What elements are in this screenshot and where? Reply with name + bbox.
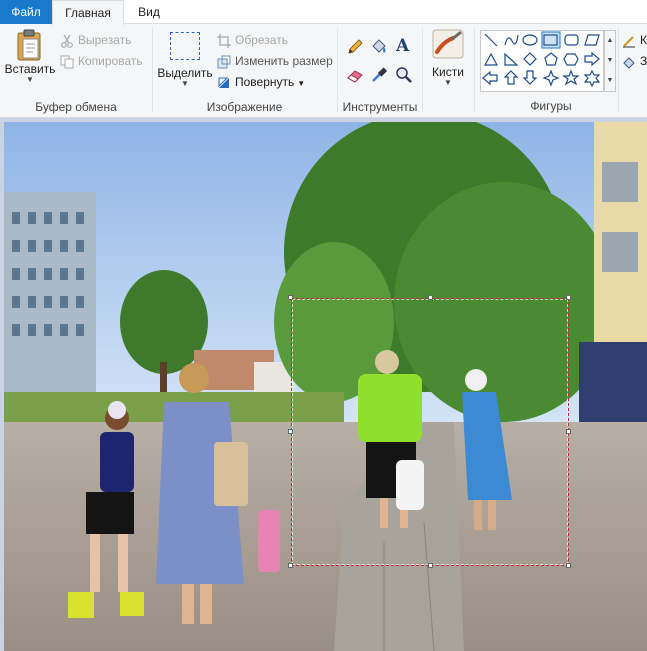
selection-handle-bottom-left[interactable]: [288, 563, 293, 568]
magnifier-icon: [396, 67, 412, 83]
fill-icon: [623, 57, 635, 69]
paste-icon: [16, 28, 44, 61]
clipboard-group-label: Буфер обмена: [35, 100, 117, 114]
fill-bucket-icon: [372, 39, 386, 53]
brush-icon: [432, 29, 464, 59]
paste-button[interactable]: Вставить ▼: [4, 28, 56, 84]
left-arrow-shape-icon[interactable]: [482, 70, 498, 86]
outline-label: К: [640, 33, 647, 47]
rounded-rectangle-shape-icon[interactable]: [564, 34, 579, 46]
curve-shape-icon[interactable]: [504, 34, 519, 46]
selection-handle-left[interactable]: [288, 429, 293, 434]
rotate-icon: [218, 77, 229, 88]
ribbon-tab-bar: Файл Главная Вид: [0, 0, 647, 25]
select-label: Выделить: [157, 66, 213, 80]
four-point-star-shape-icon[interactable]: [542, 69, 560, 87]
gallery-more-icon[interactable]: ▼: [605, 71, 615, 91]
pentagon-shape-icon[interactable]: [544, 52, 558, 66]
canvas-workspace: [0, 118, 647, 651]
cut-button[interactable]: Вырезать: [60, 30, 131, 50]
image-group-label: Изображение: [206, 100, 283, 114]
selection-handle-right[interactable]: [566, 429, 571, 434]
up-arrow-shape-icon[interactable]: [503, 70, 519, 85]
tab-home[interactable]: Главная: [52, 0, 124, 25]
rotate-label: Повернуть: [235, 75, 295, 89]
eraser-icon: [347, 70, 363, 83]
fill-button[interactable]: З: [622, 51, 647, 71]
outline-button[interactable]: К: [622, 30, 647, 50]
select-icon: [170, 32, 200, 60]
fill-label: З: [640, 54, 647, 68]
brushes-button[interactable]: Кисти ▼: [426, 28, 470, 87]
cut-label: Вырезать: [78, 33, 132, 47]
selection-handle-bottom-right[interactable]: [566, 563, 571, 568]
rotate-dropdown-icon[interactable]: ▼: [297, 79, 305, 88]
right-arrow-shape-icon[interactable]: [584, 51, 600, 67]
copy-button[interactable]: Копировать: [60, 51, 143, 71]
six-point-star-shape-icon[interactable]: [583, 69, 601, 88]
right-triangle-shape-icon[interactable]: [504, 52, 519, 66]
scissors-icon: [61, 34, 73, 48]
triangle-shape-icon[interactable]: [483, 52, 499, 66]
line-shape-icon[interactable]: [484, 33, 498, 47]
gallery-up-icon[interactable]: ▲: [605, 31, 615, 51]
fill-tool[interactable]: [370, 38, 388, 59]
group-divider: [474, 28, 475, 112]
pencil-icon: [348, 39, 363, 54]
shapes-gallery[interactable]: [480, 30, 604, 92]
shapes-group-label: Фигуры: [530, 99, 572, 113]
color-picker-tool[interactable]: [370, 66, 388, 87]
five-point-star-shape-icon[interactable]: [562, 69, 580, 86]
clipboard-group: Вставить ▼ Вырезать Копировать Буфер обм…: [0, 24, 152, 118]
color-picker-icon: [372, 67, 388, 82]
select-dropdown-icon[interactable]: ▼: [157, 80, 213, 88]
crop-label: Обрезать: [235, 33, 288, 47]
crop-button[interactable]: Обрезать: [217, 30, 288, 50]
group-divider: [618, 28, 619, 112]
rectangle-shape-icon[interactable]: [541, 31, 561, 49]
shapes-gallery-scroll[interactable]: ▲ ▼ ▼: [604, 30, 616, 92]
polygon-shape-icon[interactable]: [584, 34, 600, 46]
pencil-tool[interactable]: [346, 38, 364, 59]
tools-group-label: Инструменты: [342, 100, 418, 114]
resize-label: Изменить размер: [235, 54, 333, 68]
tools-group: A Инструменты: [338, 24, 422, 118]
selection-handle-top-left[interactable]: [288, 295, 293, 300]
ribbon: Вставить ▼ Вырезать Копировать Буфер обм…: [0, 24, 647, 118]
down-arrow-shape-icon[interactable]: [522, 70, 538, 85]
tab-file[interactable]: Файл: [0, 0, 52, 24]
text-icon: A: [396, 36, 410, 56]
crop-icon: [217, 33, 231, 48]
tab-view[interactable]: Вид: [124, 0, 174, 24]
selection-handle-bottom[interactable]: [428, 563, 433, 568]
selection-handle-top-right[interactable]: [566, 295, 571, 300]
magnifier-tool[interactable]: [395, 66, 413, 87]
paste-dropdown-icon[interactable]: ▼: [4, 76, 56, 84]
resize-button[interactable]: Изменить размер: [217, 51, 333, 71]
paste-label: Вставить: [4, 62, 56, 76]
brushes-group: Кисти ▼: [423, 24, 473, 118]
text-tool[interactable]: A: [396, 36, 409, 56]
select-button[interactable]: Выделить ▼: [157, 28, 213, 88]
selection-rectangle[interactable]: [291, 298, 569, 566]
brushes-label: Кисти: [432, 65, 464, 79]
outline-icon: [623, 36, 635, 48]
brushes-dropdown-icon[interactable]: ▼: [426, 79, 470, 87]
diamond-shape-icon[interactable]: [523, 52, 537, 66]
image-group: Выделить ▼ Обрезать Изменить размер Пове…: [153, 24, 336, 118]
selection-handle-top[interactable]: [428, 295, 433, 300]
copy-label: Копировать: [78, 54, 143, 68]
hexagon-shape-icon[interactable]: [563, 53, 579, 66]
rotate-button[interactable]: Повернуть ▼: [217, 72, 305, 92]
resize-icon: [217, 55, 231, 69]
gallery-down-icon[interactable]: ▼: [605, 51, 615, 71]
oval-shape-icon[interactable]: [522, 34, 538, 46]
copy-icon: [60, 55, 74, 69]
eraser-tool[interactable]: [346, 66, 364, 87]
